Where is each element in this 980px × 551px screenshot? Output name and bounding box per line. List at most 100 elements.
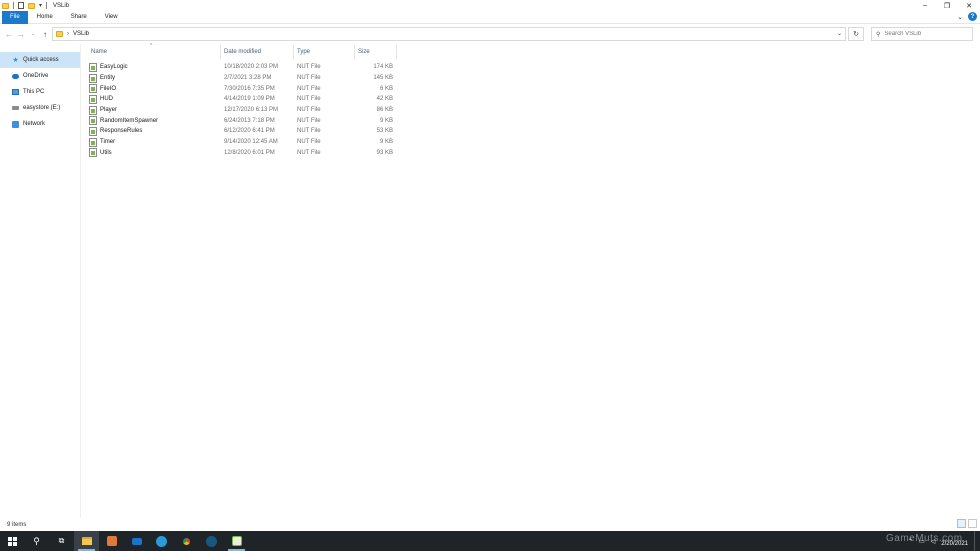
nav-item-label: Quick access <box>23 57 59 63</box>
nut-file-icon <box>89 62 97 72</box>
navigation-pane: ★ Quick access OneDrive This PC easystor… <box>0 44 81 518</box>
back-button[interactable]: ← <box>3 28 15 40</box>
help-icon[interactable]: ? <box>968 12 977 21</box>
column-header-type[interactable]: Type <box>294 45 355 59</box>
file-row[interactable]: Utils 12/8/2020 6:01 PM NUT File 93 KB <box>88 148 398 159</box>
cloud-icon <box>12 73 19 80</box>
file-size: 42 KB <box>376 96 393 103</box>
search-input[interactable] <box>884 31 965 37</box>
file-name-cell[interactable]: Entity <box>88 73 221 83</box>
customize-toolbar-icon[interactable]: ▾ <box>39 2 42 9</box>
up-button[interactable]: ↑ <box>39 28 51 40</box>
mail-icon <box>131 537 142 545</box>
nav-item-label: easystore (E:) <box>23 105 61 111</box>
item-count: 9 items <box>7 521 27 528</box>
file-size: 145 KB <box>373 75 393 82</box>
file-name: RandomItemSpawner <box>100 117 159 124</box>
file-size: 174 KB <box>373 64 393 71</box>
breadcrumb-vslib[interactable]: VSLib <box>73 31 89 37</box>
expand-ribbon-icon[interactable]: ⌄ <box>957 13 963 21</box>
file-name: EasyLogic <box>100 64 128 71</box>
file-name: Timer <box>100 139 116 146</box>
file-name-cell[interactable]: RandomItemSpawner <box>88 116 221 126</box>
file-row[interactable]: EasyLogic 10/18/2020 2:03 PM NUT File 174 K… <box>88 62 398 73</box>
file-row[interactable]: ResponseRules 6/12/2020 6:41 PM NUT File 53… <box>88 126 398 137</box>
app-icon <box>106 536 117 546</box>
file-row[interactable]: FileIO 7/30/2016 7:35 PM NUT File 6 KB <box>88 83 398 94</box>
ribbon-right: ⌄ ? <box>957 12 977 21</box>
file-row[interactable]: HUD 4/14/2019 1:09 PM NUT File 42 KB <box>88 94 398 105</box>
file-row[interactable]: RandomItemSpawner 6/24/2013 7:18 PM NUT Fi… <box>88 115 398 126</box>
file-row[interactable]: Entity 2/7/2021 3:28 PM NUT File 145 KB <box>88 73 398 84</box>
file-name-cell[interactable]: FileIO <box>88 84 221 94</box>
address-bar[interactable]: › VSLib ⌄ <box>52 27 846 41</box>
file-rows: EasyLogic 10/18/2020 2:03 PM NUT File 174 K… <box>88 62 398 158</box>
search-icon: ⚲ <box>33 535 40 546</box>
file-row[interactable]: Timer 9/14/2020 12:45 AM NUT File 9 KB <box>88 137 398 148</box>
taskbar-app[interactable] <box>99 531 124 551</box>
refresh-button[interactable]: ↻ <box>848 27 864 41</box>
search-taskbar-button[interactable]: ⚲ <box>24 531 49 551</box>
minimize-button[interactable]: – <box>914 0 936 11</box>
nav-item-network[interactable]: Network <box>0 116 80 132</box>
column-header-date-modified[interactable]: Date modified <box>221 45 294 59</box>
nut-file-icon <box>89 84 97 94</box>
file-date: 2/7/2021 3:28 PM <box>224 75 272 82</box>
file-date: 6/24/2013 7:18 PM <box>224 117 275 124</box>
show-desktop-button[interactable] <box>974 531 978 551</box>
nav-item-easystore[interactable]: easystore (E:) <box>0 100 80 116</box>
tab-view[interactable]: View <box>96 11 127 24</box>
forward-button[interactable]: → <box>15 28 27 40</box>
column-header-size[interactable]: Size <box>355 45 397 59</box>
file-size: 86 KB <box>376 107 393 114</box>
file-type: NUT File <box>297 139 321 146</box>
nav-item-this-pc[interactable]: This PC <box>0 84 80 100</box>
start-button[interactable] <box>0 531 24 551</box>
properties-icon[interactable] <box>18 2 24 9</box>
file-name-cell[interactable]: Timer <box>88 137 221 147</box>
notepad-icon <box>231 536 242 546</box>
nav-item-onedrive[interactable]: OneDrive <box>0 68 80 84</box>
file-name-cell[interactable]: EasyLogic <box>88 62 221 72</box>
watermark: GameMuts.com <box>886 533 963 544</box>
tab-file[interactable]: File <box>2 10 28 24</box>
address-history-icon[interactable]: ⌄ <box>837 30 842 37</box>
tab-share[interactable]: Share <box>62 11 96 24</box>
column-header-name[interactable]: Name <box>88 45 221 59</box>
taskbar-steam[interactable] <box>199 531 224 551</box>
file-type: NUT File <box>297 96 321 103</box>
details-view-button[interactable] <box>957 519 966 528</box>
search-icon: ⚲ <box>876 31 881 38</box>
file-name: HUD <box>100 96 113 103</box>
taskbar-edge[interactable] <box>149 531 174 551</box>
tab-home[interactable]: Home <box>28 11 62 24</box>
file-name-cell[interactable]: Utils <box>88 148 221 158</box>
edge-icon <box>156 535 167 547</box>
taskbar-chrome[interactable] <box>174 531 199 551</box>
taskbar-notepad[interactable] <box>224 531 249 551</box>
large-icons-view-button[interactable] <box>968 519 977 528</box>
nut-file-icon <box>89 105 97 115</box>
search-box[interactable]: ⚲ <box>871 27 973 41</box>
new-folder-icon[interactable] <box>28 2 35 9</box>
nav-item-quick-access[interactable]: ★ Quick access <box>0 52 80 68</box>
file-type: NUT File <box>297 85 321 92</box>
chrome-icon <box>181 535 192 547</box>
windows-logo-icon <box>7 536 17 546</box>
task-view-button[interactable]: ⧉ <box>49 531 74 551</box>
taskbar-mail[interactable] <box>124 531 149 551</box>
close-button[interactable]: ✕ <box>958 0 980 11</box>
file-name-cell[interactable]: ResponseRules <box>88 126 221 136</box>
file-date: 6/12/2020 6:41 PM <box>224 128 275 135</box>
folder-icon <box>56 31 63 37</box>
window-title: VSLib <box>53 2 70 9</box>
restore-button[interactable]: ❐ <box>936 0 958 11</box>
recent-locations-icon[interactable]: ⌄ <box>27 28 39 40</box>
file-name-cell[interactable]: HUD <box>88 94 221 104</box>
taskbar-file-explorer[interactable] <box>74 531 99 551</box>
network-icon <box>12 120 19 128</box>
file-name-cell[interactable]: Player <box>88 105 221 115</box>
breadcrumb-separator-icon[interactable]: › <box>67 31 69 37</box>
file-row[interactable]: Player 12/17/2020 6:13 PM NUT File 86 KB <box>88 105 398 116</box>
nut-file-icon <box>89 73 97 83</box>
